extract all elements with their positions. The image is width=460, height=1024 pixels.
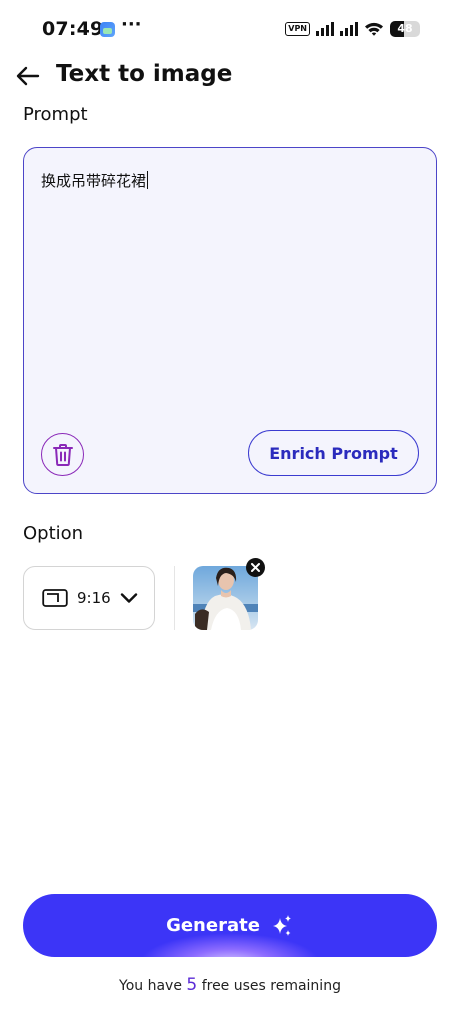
usage-prefix: You have [119, 978, 182, 994]
status-indicators: VPN 48 [285, 20, 420, 38]
wifi-icon [365, 22, 383, 36]
status-time: 07:49 [42, 18, 104, 40]
trash-icon [52, 443, 73, 466]
usage-count: 5 [186, 975, 198, 995]
signal-icon [316, 22, 334, 36]
battery-icon: 48 [390, 21, 420, 37]
option-label: Option [23, 523, 84, 544]
usage-suffix: free uses remaining [201, 978, 341, 994]
chevron-down-icon [120, 593, 137, 603]
battery-level: 48 [397, 22, 413, 35]
generate-button[interactable]: Generate [23, 894, 437, 957]
status-bar: 07:49 ··· VPN 48 [0, 0, 460, 56]
app-header: Text to image [0, 56, 460, 100]
remove-image-button[interactable] [246, 558, 265, 577]
aspect-ratio-select[interactable]: 9:16 [23, 566, 155, 630]
sparkle-icon [272, 914, 291, 936]
vpn-icon: VPN [285, 22, 310, 36]
signal-2-icon [340, 22, 358, 36]
usage-remaining-text: You have 5 free uses remaining [0, 975, 460, 995]
app-notification-icon [100, 22, 115, 37]
reference-image[interactable] [193, 566, 258, 630]
enrich-prompt-button[interactable]: Enrich Prompt [248, 430, 419, 476]
aspect-ratio-icon [42, 589, 68, 607]
prompt-label: Prompt [23, 104, 88, 125]
prompt-value: 换成吊带碎花裙 [41, 172, 147, 190]
delete-prompt-button[interactable] [41, 433, 84, 476]
prompt-input[interactable]: 换成吊带碎花裙 Enrich Prompt [23, 147, 437, 494]
close-icon [251, 563, 260, 572]
arrow-left-icon [16, 66, 40, 86]
aspect-ratio-value: 9:16 [77, 589, 111, 607]
text-caret [147, 171, 149, 189]
generate-label: Generate [166, 915, 260, 936]
more-notifications-icon: ··· [121, 14, 142, 35]
prompt-text-wrap: 换成吊带碎花裙 [41, 170, 149, 191]
option-divider [174, 566, 175, 630]
back-button[interactable] [14, 62, 42, 90]
page-title: Text to image [56, 61, 233, 87]
reference-photo-thumbnail [193, 566, 258, 630]
